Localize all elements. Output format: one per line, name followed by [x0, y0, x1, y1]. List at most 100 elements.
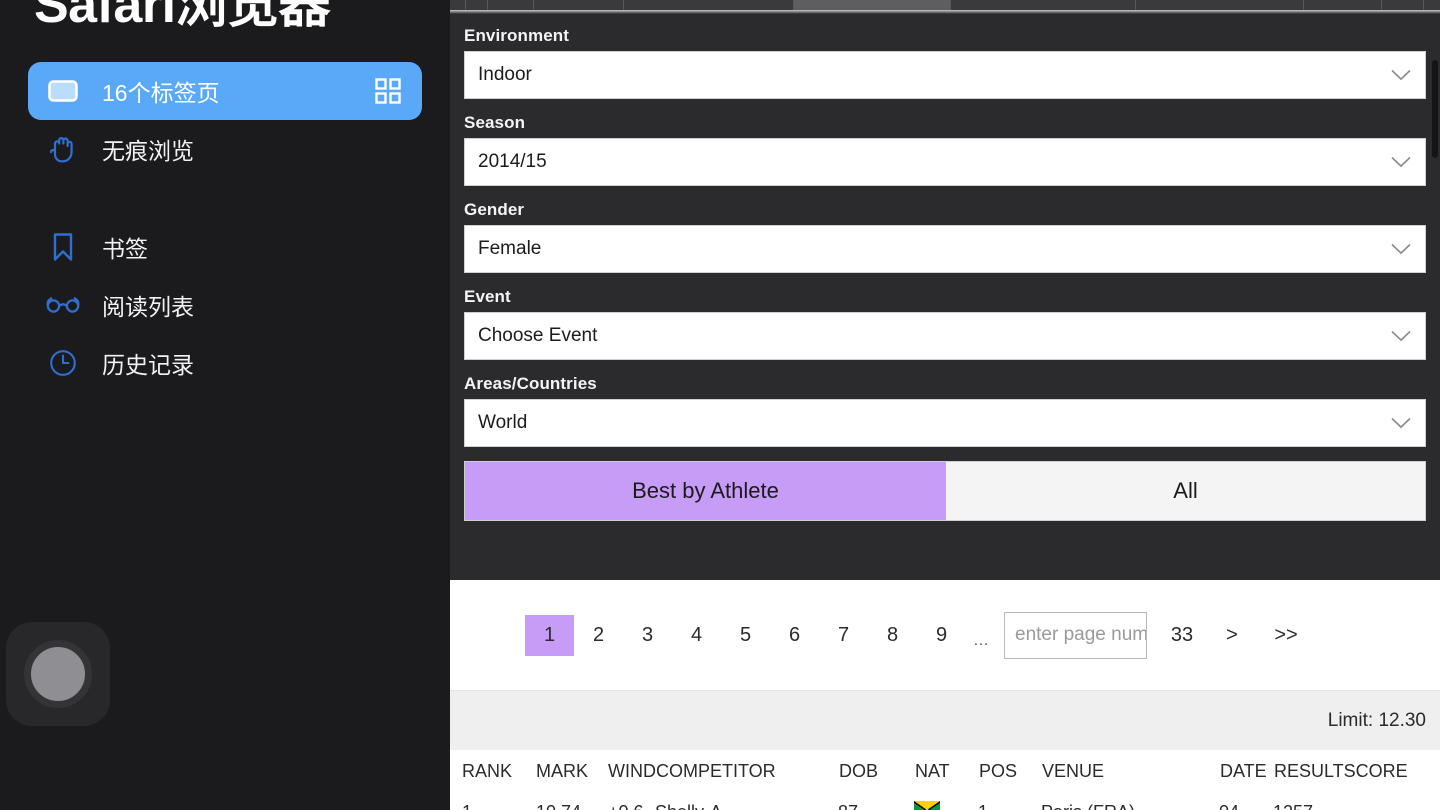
sidebar-item-tabs[interactable]: 16个标签页: [28, 62, 422, 120]
browser-tab-9[interactable]: [1382, 0, 1424, 10]
jamaica-flag-icon: [914, 801, 978, 810]
field-season: Season 2014/15: [464, 113, 1426, 186]
table-header-row: RANK MARK WIND COMPETITOR DOB NAT POS VE…: [450, 750, 1440, 792]
browser-tab-5[interactable]: [794, 0, 951, 10]
column-header-mark[interactable]: MARK: [536, 761, 608, 782]
browser-tab-8[interactable]: [1304, 0, 1382, 10]
field-label: Environment: [464, 26, 570, 45]
select-value: Choose Event: [478, 325, 598, 346]
column-header-pos[interactable]: POS: [979, 761, 1042, 782]
vertical-scrollbar-thumb[interactable]: [1432, 60, 1438, 158]
environment-select[interactable]: Indoor: [464, 51, 1426, 99]
pagination-page-6[interactable]: 6: [770, 615, 819, 656]
pagination-last-button[interactable]: >>: [1259, 615, 1313, 656]
chevron-down-icon: [1391, 417, 1411, 429]
select-value: 2014/15: [478, 151, 547, 172]
toggle-best-by-athlete[interactable]: Best by Athlete: [465, 462, 946, 520]
result-mode-toggle-group: Best by Athlete All: [464, 461, 1426, 521]
toggle-all[interactable]: All: [946, 462, 1425, 520]
pagination-page-5[interactable]: 5: [721, 615, 770, 656]
sidebar-item-list: 16个标签页 无痕浏览 书签 阅读列表 历史记录: [0, 62, 450, 392]
flag-graphic: [914, 801, 940, 810]
pagination-ellipsis: …: [973, 631, 989, 649]
limit-bar: Limit: 12.30: [450, 690, 1440, 750]
sidebar-title: Safari浏览器: [34, 0, 331, 34]
pagination-page-1[interactable]: 1: [525, 614, 574, 656]
results-table: RANK MARK WIND COMPETITOR DOB NAT POS VE…: [450, 750, 1440, 810]
chevron-down-icon: [1391, 69, 1411, 81]
safari-sidebar: Safari浏览器 16个标签页 无痕浏览 书签 阅读列表 历史记录: [0, 0, 450, 810]
column-header-dob[interactable]: DOB: [839, 761, 915, 782]
cell-date: 04: [1219, 802, 1273, 810]
chevron-down-icon: [1391, 243, 1411, 255]
screen-root: Safari浏览器 16个标签页 无痕浏览 书签 阅读列表 历史记录 Envir…: [0, 0, 1440, 810]
sidebar-divider-gap: [0, 178, 450, 218]
field-environment: Environment Indoor: [464, 26, 1426, 99]
table-row[interactable]: 1 10.74 +0.6 Shelly-A 87 1 Paris (FRA) 0…: [450, 792, 1440, 810]
limit-text: Limit: 12.30: [1327, 709, 1426, 731]
field-gender: Gender Female: [464, 200, 1426, 273]
page-number-input[interactable]: enter page number: [1004, 611, 1147, 659]
sidebar-item-history[interactable]: 历史记录: [28, 334, 422, 392]
field-label: Areas/Countries: [464, 374, 597, 393]
field-label: Gender: [464, 200, 525, 219]
glasses-icon: [46, 288, 80, 322]
cell-dob: 87: [838, 802, 914, 810]
browser-tab-0[interactable]: [450, 0, 466, 10]
pagination-page-3[interactable]: 3: [623, 615, 672, 656]
column-header-nat[interactable]: NAT: [915, 761, 979, 782]
browser-tab-6[interactable]: [951, 0, 1136, 10]
cell-pos: 1: [978, 802, 1041, 810]
search-filter-form: Environment Indoor Season 2014/15 Gender…: [450, 14, 1440, 580]
field-label: Season: [464, 113, 526, 132]
browser-content: Environment Indoor Season 2014/15 Gender…: [450, 0, 1440, 810]
column-header-venue[interactable]: VENUE: [1042, 761, 1220, 782]
sidebar-item-reading-list[interactable]: 阅读列表: [28, 276, 422, 334]
browser-tab-2[interactable]: [488, 0, 534, 10]
sidebar-item-label: 16个标签页: [102, 80, 220, 106]
pagination-page-4[interactable]: 4: [672, 615, 721, 656]
cell-mark: 10.74: [536, 802, 608, 810]
browser-tab-4[interactable]: [624, 0, 794, 10]
grid-view-icon[interactable]: [372, 75, 404, 107]
column-header-wind[interactable]: WIND: [608, 761, 656, 782]
pagination-page-8[interactable]: 8: [868, 615, 917, 656]
sidebar-item-label: 书签: [102, 236, 148, 262]
tab-rect-icon: [46, 74, 80, 108]
assistive-touch-ring: [24, 640, 92, 708]
areas-countries-select[interactable]: World: [464, 399, 1426, 447]
browser-tab-7[interactable]: [1136, 0, 1304, 10]
event-select[interactable]: Choose Event: [464, 312, 1426, 360]
pagination-page-9[interactable]: 9: [917, 615, 966, 656]
column-header-rank[interactable]: RANK: [462, 761, 536, 782]
browser-tab-strip[interactable]: [450, 0, 1440, 10]
chevron-down-icon: [1391, 156, 1411, 168]
column-header-date[interactable]: DATE: [1220, 761, 1274, 782]
pagination-page-7[interactable]: 7: [819, 615, 868, 656]
cell-venue: Paris (FRA): [1041, 802, 1219, 810]
column-header-competitor[interactable]: COMPETITOR: [656, 761, 839, 782]
pagination: 123456789…enter page number33>>>: [450, 580, 1440, 690]
cell-rank: 1: [462, 802, 536, 810]
assistive-touch-icon[interactable]: [6, 622, 110, 726]
cell-competitor[interactable]: Shelly-A: [655, 802, 838, 810]
season-select[interactable]: 2014/15: [464, 138, 1426, 186]
pagination-total-pages[interactable]: 33: [1159, 615, 1205, 656]
results-panel: 123456789…enter page number33>>> Limit: …: [450, 580, 1440, 810]
cell-resultscore: 1257: [1273, 802, 1413, 810]
cell-wind: +0.6: [608, 802, 655, 810]
field-areas-countries: Areas/Countries World: [464, 374, 1426, 447]
column-header-resultscore[interactable]: RESULTSCORE: [1274, 761, 1414, 782]
chevron-down-icon: [1391, 330, 1411, 342]
sidebar-item-bookmarks[interactable]: 书签: [28, 218, 422, 276]
sidebar-item-label: 阅读列表: [102, 294, 194, 320]
clock-icon: [46, 346, 80, 380]
sidebar-item-private-browsing[interactable]: 无痕浏览: [28, 120, 422, 178]
select-value: Indoor: [478, 64, 532, 85]
select-value: World: [478, 412, 528, 433]
browser-tab-1[interactable]: [466, 0, 488, 10]
pagination-next-button[interactable]: >: [1205, 615, 1259, 656]
pagination-page-2[interactable]: 2: [574, 615, 623, 656]
browser-tab-3[interactable]: [534, 0, 624, 10]
gender-select[interactable]: Female: [464, 225, 1426, 273]
